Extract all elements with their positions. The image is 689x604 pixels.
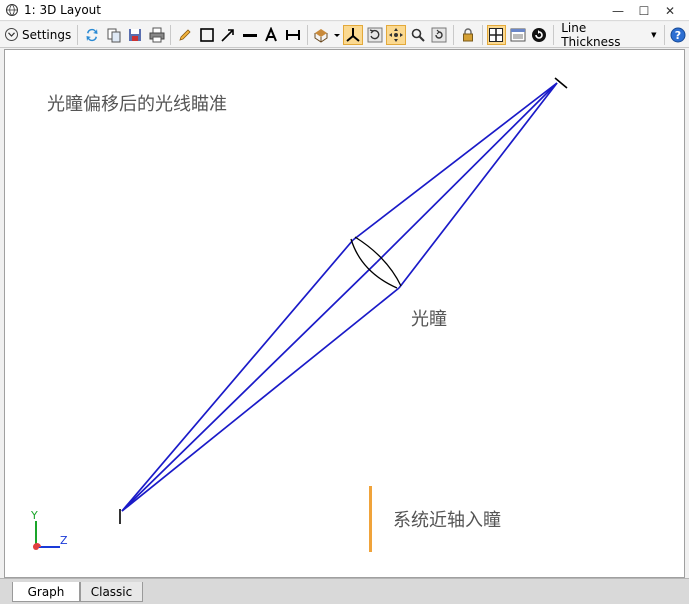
ray-diagram: Y Z xyxy=(30,77,568,550)
diagram-title: 光瞳偏移后的光线瞄准 xyxy=(47,94,227,115)
paraxial-pupil-label: 系统近轴入瞳 xyxy=(393,510,501,531)
ray-chief-left xyxy=(121,261,378,512)
minimize-button[interactable]: — xyxy=(605,0,631,21)
axis-y-label: Y xyxy=(30,509,38,522)
refresh-icon[interactable] xyxy=(82,25,102,45)
ray-upper-left xyxy=(121,239,354,512)
line-thickness-label: Line Thickness xyxy=(561,20,621,49)
ray-chief-right xyxy=(376,82,558,263)
settings-label: Settings xyxy=(22,27,72,42)
svg-text:?: ? xyxy=(675,29,681,42)
toolbar: Settings Line Thickness ▼ ? xyxy=(0,20,689,49)
pan-icon[interactable] xyxy=(386,24,406,45)
reset-view-icon[interactable] xyxy=(429,25,449,45)
toolbar-separator xyxy=(453,24,454,45)
arrow-icon[interactable] xyxy=(218,25,238,45)
chevron-down-icon[interactable] xyxy=(333,25,341,45)
save-icon[interactable] xyxy=(125,25,145,45)
rectangle-icon[interactable] xyxy=(197,25,217,45)
window-title: 1: 3D Layout xyxy=(24,3,101,17)
line-icon[interactable] xyxy=(240,25,260,45)
line-thickness-dropdown[interactable]: Line Thickness ▼ xyxy=(557,20,660,49)
lock-icon[interactable] xyxy=(458,25,478,45)
close-button[interactable]: ✕ xyxy=(657,0,683,21)
caret-down-icon: ▼ xyxy=(651,30,657,39)
axis-triad: Y Z xyxy=(30,509,68,550)
pencil-icon[interactable] xyxy=(175,25,195,45)
toolbar-separator xyxy=(481,24,483,45)
toolbar-separator xyxy=(553,24,555,45)
ray-lower-left xyxy=(121,287,400,512)
layout-canvas[interactable]: Y Z 光瞳偏移后的光线瞄准 光瞳 系统近轴入瞳 xyxy=(4,49,685,578)
maximize-button[interactable]: ☐ xyxy=(631,0,657,21)
tab-bar: Graph Classic xyxy=(0,578,689,604)
toolbar-separator xyxy=(77,24,79,45)
dimension-icon[interactable] xyxy=(283,25,303,45)
tab-classic[interactable]: Classic xyxy=(80,582,143,602)
text-icon[interactable] xyxy=(262,25,282,45)
rotate-icon[interactable] xyxy=(365,25,385,45)
window-icon[interactable] xyxy=(508,25,528,45)
copy-icon[interactable] xyxy=(104,25,124,45)
axis-z-label: Z xyxy=(60,534,68,547)
chevron-down-icon xyxy=(5,28,18,41)
fit-view-icon[interactable] xyxy=(486,24,507,45)
title-bar: 1: 3D Layout — ☐ ✕ xyxy=(0,0,689,21)
tab-graph[interactable]: Graph xyxy=(12,582,80,602)
cycle-icon[interactable] xyxy=(530,25,550,45)
axes-icon[interactable] xyxy=(343,24,363,45)
ray-bundle xyxy=(121,82,558,512)
help-icon[interactable]: ? xyxy=(669,25,689,45)
toolbar-separator xyxy=(306,24,308,45)
pupil-label: 光瞳 xyxy=(411,309,447,330)
zoom-icon[interactable] xyxy=(408,25,428,45)
settings-button[interactable]: Settings xyxy=(4,24,74,46)
app-icon xyxy=(6,4,18,16)
toolbar-separator xyxy=(663,24,665,45)
paraxial-pupil-marker xyxy=(369,486,372,552)
print-icon[interactable] xyxy=(147,25,167,45)
toolbar-separator xyxy=(170,24,172,45)
rotate-view-icon[interactable] xyxy=(312,25,332,45)
